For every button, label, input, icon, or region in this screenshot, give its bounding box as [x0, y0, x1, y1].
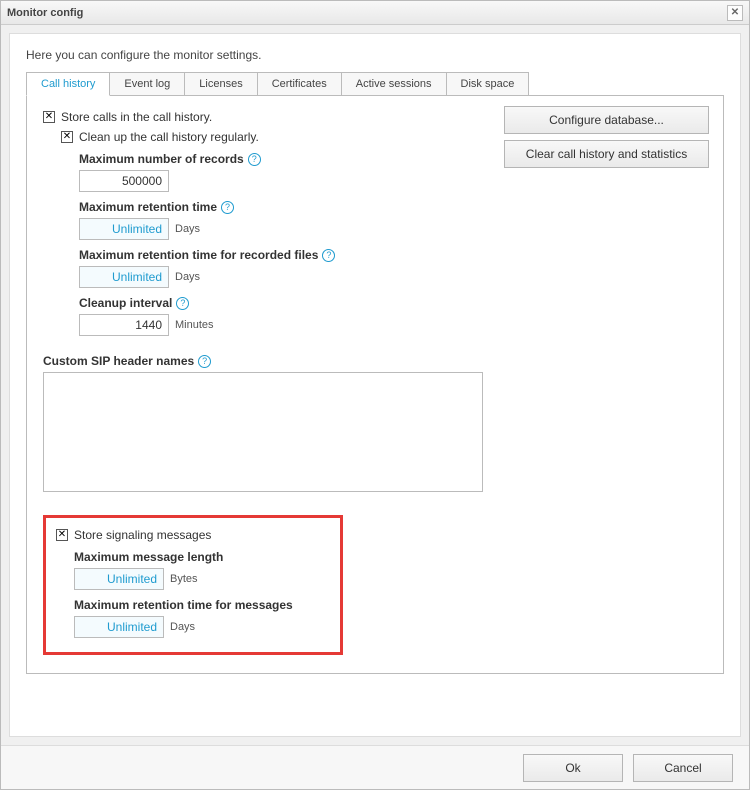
tab-call-history[interactable]: Call history: [26, 72, 110, 96]
cleanup-checkbox[interactable]: ✕: [61, 131, 73, 143]
dialog-window: Monitor config ✕ Here you can configure …: [0, 0, 750, 790]
max-records-label: Maximum number of records: [79, 152, 244, 166]
max-msg-length-label: Maximum message length: [74, 550, 223, 564]
max-msg-length-input[interactable]: [74, 568, 164, 590]
side-buttons: Configure database... Clear call history…: [504, 106, 709, 174]
max-records-input[interactable]: [79, 170, 169, 192]
help-icon[interactable]: ?: [322, 249, 335, 262]
store-calls-checkbox[interactable]: ✕: [43, 111, 55, 123]
help-icon[interactable]: ?: [198, 355, 211, 368]
ok-button[interactable]: Ok: [523, 754, 623, 782]
tab-event-log[interactable]: Event log: [109, 72, 185, 95]
help-icon[interactable]: ?: [176, 297, 189, 310]
tab-certificates[interactable]: Certificates: [257, 72, 342, 95]
cleanup-label: Clean up the call history regularly.: [79, 130, 259, 144]
dialog-footer: Ok Cancel: [1, 745, 749, 789]
store-signaling-label: Store signaling messages: [74, 528, 211, 542]
window-title: Monitor config: [7, 7, 83, 19]
max-msg-length-field: Maximum message length Bytes: [74, 550, 330, 590]
configure-database-button[interactable]: Configure database...: [504, 106, 709, 134]
max-retention-label: Maximum retention time: [79, 200, 217, 214]
store-signaling-row: ✕ Store signaling messages: [56, 528, 330, 542]
msg-retention-field: Maximum retention time for messages Days: [74, 598, 330, 638]
cleanup-interval-unit: Minutes: [175, 319, 214, 331]
tab-panel-call-history: Configure database... Clear call history…: [26, 96, 724, 674]
cleanup-interval-label: Cleanup interval: [79, 296, 172, 310]
custom-sip-textarea[interactable]: [43, 372, 483, 492]
msg-retention-unit: Days: [170, 621, 195, 633]
tab-disk-space[interactable]: Disk space: [446, 72, 530, 95]
cleanup-interval-input[interactable]: [79, 314, 169, 336]
intro-text: Here you can configure the monitor setti…: [26, 48, 724, 62]
cleanup-interval-field: Cleanup interval ? Minutes: [79, 296, 707, 336]
dialog-body: Here you can configure the monitor setti…: [9, 33, 741, 737]
max-retention-unit: Days: [175, 223, 200, 235]
tab-bar: Call history Event log Licenses Certific…: [26, 72, 724, 96]
max-retention-files-field: Maximum retention time for recorded file…: [79, 248, 707, 288]
cancel-button[interactable]: Cancel: [633, 754, 733, 782]
store-signaling-checkbox[interactable]: ✕: [56, 529, 68, 541]
close-icon[interactable]: ✕: [727, 5, 743, 21]
msg-retention-input[interactable]: [74, 616, 164, 638]
max-retention-input[interactable]: [79, 218, 169, 240]
max-msg-length-unit: Bytes: [170, 573, 198, 585]
max-retention-files-input[interactable]: [79, 266, 169, 288]
max-retention-field: Maximum retention time ? Days: [79, 200, 707, 240]
tab-active-sessions[interactable]: Active sessions: [341, 72, 447, 95]
max-retention-files-unit: Days: [175, 271, 200, 283]
signaling-section: ✕ Store signaling messages Maximum messa…: [43, 515, 343, 655]
titlebar: Monitor config ✕: [1, 1, 749, 25]
max-retention-files-label: Maximum retention time for recorded file…: [79, 248, 318, 262]
help-icon[interactable]: ?: [221, 201, 234, 214]
msg-retention-label: Maximum retention time for messages: [74, 598, 293, 612]
clear-history-button[interactable]: Clear call history and statistics: [504, 140, 709, 168]
custom-sip-label: Custom SIP header names: [43, 354, 194, 368]
tab-licenses[interactable]: Licenses: [184, 72, 257, 95]
help-icon[interactable]: ?: [248, 153, 261, 166]
custom-sip-field: Custom SIP header names ?: [43, 354, 707, 495]
store-calls-label: Store calls in the call history.: [61, 110, 212, 124]
